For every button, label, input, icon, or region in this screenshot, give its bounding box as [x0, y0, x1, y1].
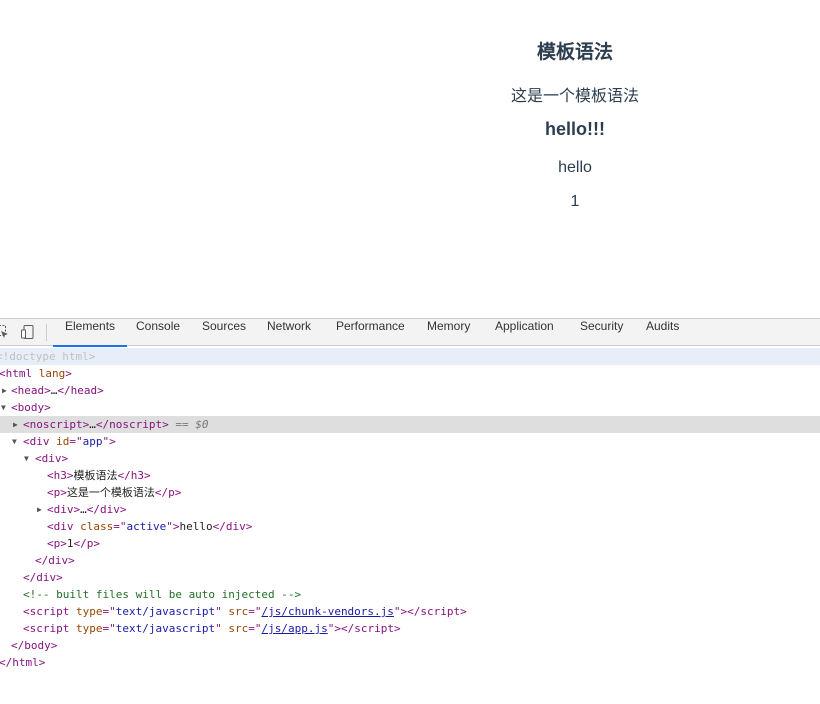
dom-node-h3[interactable]: <h3>模板语法</h3> [0, 467, 820, 484]
tab-elements[interactable]: Elements [53, 319, 128, 347]
tab-console[interactable]: Console [124, 319, 192, 346]
toolbar-divider [46, 324, 47, 341]
devtools-panel: Elements Console Sources Network Perform… [0, 318, 820, 704]
expand-arrow-icon[interactable]: ▶ [2, 382, 7, 399]
dom-node-head[interactable]: ▶ <head>…</head> [0, 382, 820, 399]
dom-node-noscript[interactable]: ▶ <noscript>…</noscript> == $0 [0, 416, 820, 433]
dom-node-app-close[interactable]: </div> [0, 569, 820, 586]
inspect-element-icon[interactable] [0, 324, 10, 340]
dom-node-div-close[interactable]: </div> [0, 552, 820, 569]
dom-node-div[interactable]: ▼ <div> [0, 450, 820, 467]
dom-node-html[interactable]: <html lang> [0, 365, 820, 382]
number-paragraph: 1 [570, 193, 580, 210]
device-toolbar-icon[interactable] [20, 324, 36, 340]
devtools-toolbar: Elements Console Sources Network Perform… [0, 319, 820, 347]
dom-node-app[interactable]: ▼ <div id="app"> [0, 433, 820, 450]
collapse-arrow-icon[interactable]: ▼ [12, 433, 17, 450]
tab-memory[interactable]: Memory [415, 319, 482, 346]
dom-node-script-vendors[interactable]: <script type="text/javascript" src="/js/… [0, 603, 820, 620]
dom-node-comment[interactable]: <!-- built files will be auto injected -… [0, 586, 820, 603]
tab-sources[interactable]: Sources [190, 319, 258, 346]
tab-security[interactable]: Security [568, 319, 635, 346]
tab-application[interactable]: Application [483, 319, 566, 346]
collapse-arrow-icon[interactable]: ▼ [1, 399, 6, 416]
dom-node-script-app[interactable]: <script type="text/javascript" src="/js/… [0, 620, 820, 637]
page-viewport: 模板语法 这是一个模板语法 hello!!! hello 1 [0, 0, 820, 318]
expand-arrow-icon[interactable]: ▶ [13, 416, 18, 433]
dom-node-div-active[interactable]: <div class="active">hello</div> [0, 518, 820, 535]
dom-node-body[interactable]: ▼ <body> [0, 399, 820, 416]
bold-text: hello!!! [545, 119, 605, 139]
tab-performance[interactable]: Performance [324, 319, 417, 346]
dom-node-doctype[interactable]: <!doctype html> [0, 348, 820, 365]
expand-arrow-icon[interactable]: ▶ [37, 501, 42, 518]
dom-node-body-close[interactable]: </body> [0, 637, 820, 654]
collapse-arrow-icon[interactable]: ▼ [24, 450, 29, 467]
tab-audits[interactable]: Audits [634, 319, 691, 346]
active-text: hello [558, 159, 592, 176]
script-src-link[interactable]: /js/chunk-vendors.js [261, 605, 393, 618]
page-paragraph: 这是一个模板语法 [510, 86, 639, 105]
tab-network[interactable]: Network [255, 319, 323, 346]
dom-node-div-collapsed[interactable]: ▶ <div>…</div> [0, 501, 820, 518]
script-src-link[interactable]: /js/app.js [261, 622, 327, 635]
dom-node-html-close[interactable]: </html> [0, 654, 820, 671]
dom-node-p2[interactable]: <p>1</p> [0, 535, 820, 552]
dom-node-p[interactable]: <p>这是一个模板语法</p> [0, 484, 820, 501]
page-heading: 模板语法 [536, 41, 613, 63]
